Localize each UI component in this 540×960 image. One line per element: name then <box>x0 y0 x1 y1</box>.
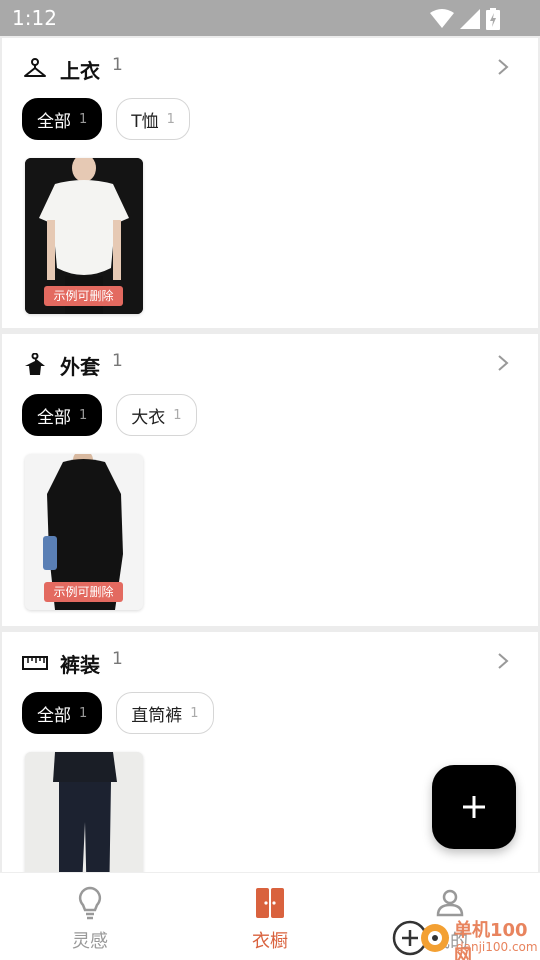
filter-chips: 全部 1 直筒裤 1 <box>22 692 214 734</box>
status-icons <box>430 8 500 30</box>
chip-all[interactable]: 全部 1 <box>22 394 103 436</box>
chip-all[interactable]: 全部 1 <box>22 98 103 140</box>
demo-tag: 示例可删除 <box>44 286 123 306</box>
chip-all[interactable]: 全部 1 <box>22 692 103 734</box>
status-time: 1:12 <box>12 6 57 30</box>
category-header[interactable]: 外套 1 <box>22 351 123 379</box>
item-thumbnail[interactable]: 示例可删除 <box>25 454 143 610</box>
category-header[interactable]: 上衣 1 <box>22 55 123 83</box>
item-thumbnail[interactable] <box>25 752 143 872</box>
chevron-right-icon[interactable] <box>496 58 510 76</box>
wardrobe-content: 上衣 1 全部 1 T恤 1 示例可删除 外套 1 全部 1 大衣 1 示例可删… <box>0 36 540 872</box>
nav-inspiration[interactable]: 灵感 <box>30 885 150 953</box>
category-tops: 上衣 1 全部 1 T恤 1 示例可删除 <box>2 38 538 328</box>
chip-label: 直筒裤 <box>131 705 183 726</box>
chip-label: T恤 <box>131 111 159 132</box>
chip-label: 大衣 <box>131 407 166 428</box>
wardrobe-icon <box>210 885 330 921</box>
chip-count: 1 <box>79 407 88 423</box>
chip-straight-pants[interactable]: 直筒裤 1 <box>116 692 214 734</box>
lightbulb-icon <box>30 885 150 921</box>
chevron-right-icon[interactable] <box>496 652 510 670</box>
status-bar: 1:12 <box>0 0 540 36</box>
plus-icon <box>463 796 485 818</box>
chip-label: 全部 <box>37 705 71 726</box>
coat-hanger-icon <box>22 352 48 378</box>
watermark-url: danji100.com <box>456 940 538 954</box>
pants-photo <box>25 752 143 872</box>
chip-label: 全部 <box>37 407 71 428</box>
item-thumbnail[interactable]: 示例可删除 <box>25 158 143 314</box>
nav-label: 灵感 <box>72 931 108 952</box>
category-title: 裤装 <box>60 652 100 677</box>
demo-tag: 示例可删除 <box>44 582 123 602</box>
category-count: 1 <box>112 649 123 669</box>
chevron-right-icon[interactable] <box>496 354 510 372</box>
chip-label: 全部 <box>37 111 71 132</box>
hanger-icon <box>22 56 48 82</box>
category-header[interactable]: 裤装 1 <box>22 649 123 677</box>
chip-count: 1 <box>79 705 88 721</box>
battery-icon <box>486 8 500 30</box>
category-title: 上衣 <box>60 58 100 83</box>
chip-count: 1 <box>166 111 175 127</box>
chip-count: 1 <box>173 407 182 423</box>
category-title: 外套 <box>60 354 100 379</box>
chip-count: 1 <box>190 705 199 721</box>
chip-count: 1 <box>79 111 88 127</box>
nav-label: 衣橱 <box>252 931 288 952</box>
add-item-button[interactable] <box>432 765 516 849</box>
chip-coat[interactable]: 大衣 1 <box>116 394 197 436</box>
ruler-icon <box>22 650 48 676</box>
category-outerwear: 外套 1 全部 1 大衣 1 示例可删除 <box>2 334 538 626</box>
watermark-logo <box>392 920 449 956</box>
chip-tshirt[interactable]: T恤 1 <box>116 98 190 140</box>
filter-chips: 全部 1 T恤 1 <box>22 98 190 140</box>
watermark: 单机100网 danji100.com <box>390 914 540 960</box>
nav-wardrobe[interactable]: 衣橱 <box>210 885 330 953</box>
category-count: 1 <box>112 351 123 371</box>
wifi-icon <box>430 9 454 28</box>
signal-icon <box>460 9 480 29</box>
filter-chips: 全部 1 大衣 1 <box>22 394 197 436</box>
category-count: 1 <box>112 55 123 75</box>
